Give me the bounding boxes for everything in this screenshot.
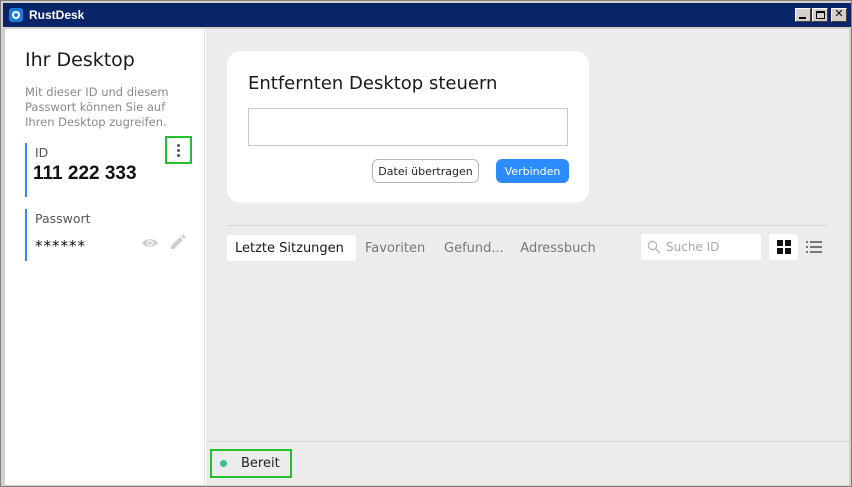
id-value[interactable]: 111 222 333	[33, 163, 137, 185]
remote-id-input[interactable]	[248, 108, 568, 146]
list-view-icon	[806, 241, 822, 253]
more-vertical-icon	[177, 143, 180, 147]
search-icon	[647, 240, 661, 254]
status-dot-icon	[220, 460, 227, 467]
tab-discovered[interactable]: Gefund...	[436, 235, 512, 261]
section-divider	[227, 225, 828, 226]
left-panel-description: Mit dieser ID und diesem Passwort können…	[25, 85, 169, 129]
password-value: ******	[35, 237, 86, 255]
main-area: Entfernten Desktop steuern Datei übertra…	[206, 29, 849, 441]
close-button[interactable]: ✕	[831, 7, 847, 22]
pencil-icon[interactable]	[169, 233, 187, 251]
window-title: RustDesk	[29, 8, 85, 22]
rustdesk-logo-icon	[9, 8, 23, 22]
status-bar: Bereit	[206, 441, 849, 485]
minimize-icon	[799, 17, 806, 19]
password-label: Passwort	[35, 211, 91, 226]
window-controls: ✕	[795, 7, 847, 22]
left-panel-title: Ihr Desktop	[25, 49, 135, 71]
maximize-icon	[816, 11, 825, 19]
id-label: ID	[35, 145, 49, 160]
connection-status: Bereit	[210, 449, 292, 478]
grid-view-icon	[776, 240, 791, 254]
more-vertical-icon-dot	[177, 148, 180, 152]
id-menu-button[interactable]	[165, 136, 192, 164]
file-transfer-button[interactable]: Datei übertragen	[372, 159, 479, 183]
left-panel: Ihr Desktop Mit dieser ID und diesem Pas…	[5, 29, 205, 485]
eye-icon[interactable]	[141, 237, 159, 249]
client-area: Ihr Desktop Mit dieser ID und diesem Pas…	[5, 29, 849, 485]
remote-control-title: Entfernten Desktop steuern	[248, 73, 498, 94]
tab-address-book[interactable]: Adressbuch	[513, 235, 603, 261]
search-box[interactable]	[641, 234, 761, 260]
tab-recent-sessions[interactable]: Letzte Sitzungen	[227, 235, 356, 261]
minimize-button[interactable]	[795, 8, 811, 22]
connect-button[interactable]: Verbinden	[496, 159, 569, 183]
list-view-button[interactable]	[802, 234, 826, 260]
more-vertical-icon-dot	[177, 153, 180, 157]
password-block: Passwort ******	[25, 209, 195, 261]
close-icon: ✕	[834, 7, 844, 20]
grid-view-button[interactable]	[769, 234, 798, 260]
peer-tabs: Letzte Sitzungen Favoriten Gefund... Adr…	[227, 235, 604, 261]
tab-favorites[interactable]: Favoriten	[357, 235, 435, 261]
remote-control-card: Entfernten Desktop steuern Datei übertra…	[227, 51, 589, 203]
search-input[interactable]	[666, 240, 756, 254]
app-window: RustDesk ✕ Ihr Desktop Mit dieser ID und…	[0, 0, 852, 487]
title-bar[interactable]: RustDesk ✕	[3, 3, 851, 27]
maximize-button[interactable]	[812, 8, 828, 22]
status-text: Bereit	[241, 456, 280, 471]
